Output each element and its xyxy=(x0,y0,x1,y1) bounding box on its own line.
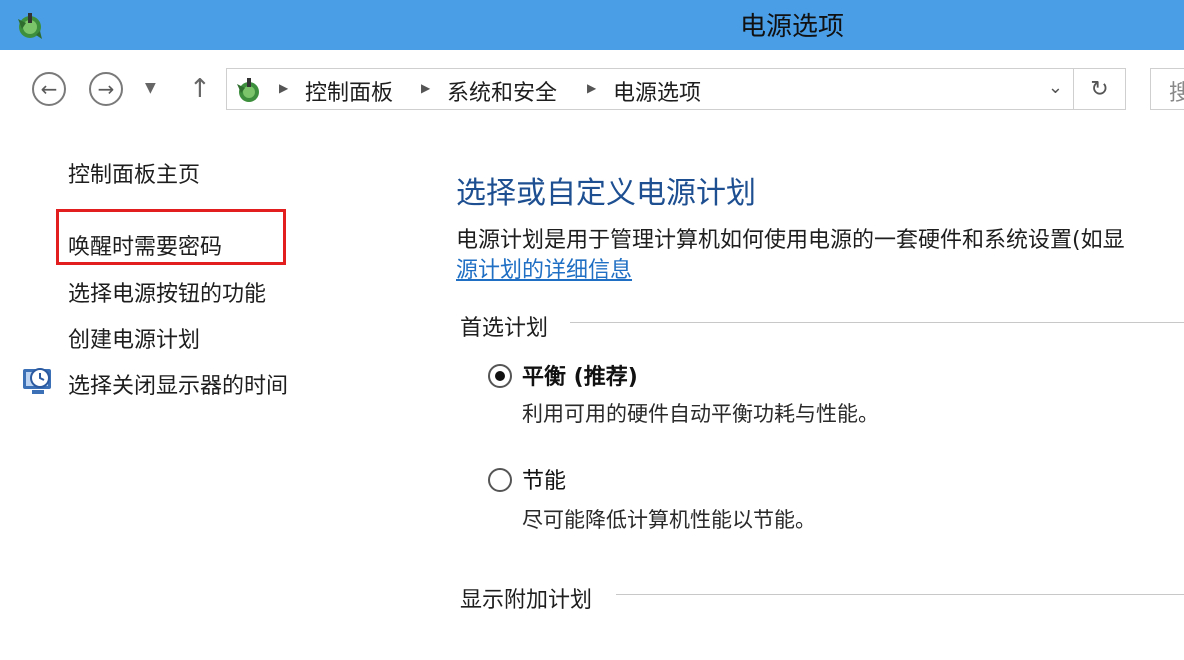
title-bar: 电源选项 xyxy=(0,0,1184,50)
refresh-icon: ↻ xyxy=(1090,76,1109,102)
address-dropdown-button[interactable]: ⌄ xyxy=(1048,77,1063,98)
plan-power-saver-radio[interactable] xyxy=(488,468,512,492)
up-arrow-icon: ↑ xyxy=(189,74,211,104)
recent-locations-button[interactable]: ▼ xyxy=(145,80,156,96)
chevron-down-icon: ⌄ xyxy=(1047,77,1063,98)
show-additional-plans-toggle[interactable]: 显示附加计划 xyxy=(460,582,603,614)
up-button[interactable]: ↑ xyxy=(189,74,211,104)
page-title: 选择或自定义电源计划 xyxy=(456,176,756,211)
page-description: 电源计划是用于管理计算机如何使用电源的一套硬件和系统设置(如显 xyxy=(456,228,1125,253)
breadcrumb-separator-icon: ▶ xyxy=(587,81,597,95)
section-divider xyxy=(616,594,1184,595)
search-input[interactable]: 搜 xyxy=(1150,68,1184,110)
address-bar[interactable]: ▶ 控制面板 ▶ 系统和安全 ▶ 电源选项 ⌄ xyxy=(226,68,1074,110)
window-title: 电源选项 xyxy=(739,12,844,42)
plan-power-saver-description: 尽可能降低计算机性能以节能。 xyxy=(522,508,816,532)
plan-balanced-radio[interactable] xyxy=(488,364,512,388)
plan-details-link[interactable]: 源计划的详细信息 xyxy=(456,252,632,284)
sidebar-item-power-button[interactable]: 选择电源按钮的功能 xyxy=(68,276,266,308)
back-arrow-icon: ← xyxy=(40,77,58,101)
breadcrumb-control-panel[interactable]: 控制面板 xyxy=(305,75,393,107)
breadcrumb-separator-icon: ▶ xyxy=(421,81,431,95)
sidebar-home-link[interactable]: 控制面板主页 xyxy=(68,157,200,189)
plan-power-saver-label[interactable]: 节能 xyxy=(522,463,566,495)
sidebar-item-create-plan[interactable]: 创建电源计划 xyxy=(68,322,200,354)
chevron-down-icon: ▼ xyxy=(145,80,156,96)
control-panel-icon xyxy=(237,78,259,102)
back-button[interactable]: ← xyxy=(32,72,66,106)
breadcrumb-power-options[interactable]: 电源选项 xyxy=(613,75,701,107)
search-placeholder: 搜 xyxy=(1169,75,1184,107)
breadcrumb-separator-icon: ▶ xyxy=(279,81,289,95)
forward-button[interactable]: → xyxy=(89,72,123,106)
plan-balanced-description: 利用可用的硬件自动平衡功耗与性能。 xyxy=(522,402,879,426)
breadcrumb-system-security[interactable]: 系统和安全 xyxy=(447,75,557,107)
display-clock-icon xyxy=(23,368,51,394)
refresh-button[interactable]: ↻ xyxy=(1074,68,1126,110)
preferred-plans-heading: 首选计划 xyxy=(460,310,559,342)
plan-balanced-label[interactable]: 平衡 (推荐) xyxy=(522,359,638,391)
highlight-annotation-box xyxy=(56,209,286,265)
forward-arrow-icon: → xyxy=(97,77,115,101)
sidebar-item-display-off-time[interactable]: 选择关闭显示器的时间 xyxy=(68,368,288,400)
section-divider xyxy=(570,322,1184,323)
